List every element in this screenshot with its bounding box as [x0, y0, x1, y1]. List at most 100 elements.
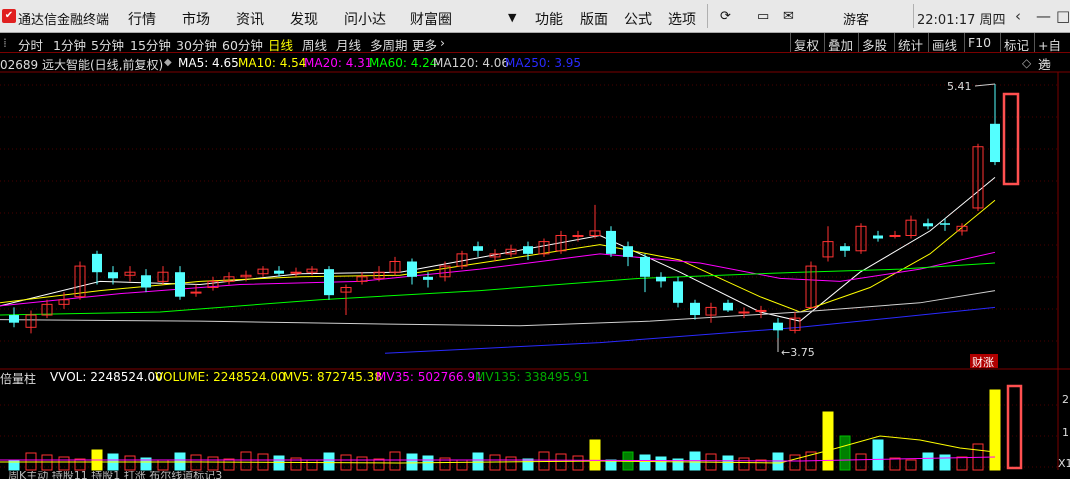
menu-gongneng[interactable]: 功能: [535, 9, 563, 29]
volume-bar: [290, 457, 302, 471]
candle-body: [673, 281, 683, 303]
user-label[interactable]: 游客: [843, 9, 869, 28]
volume-bar: [922, 452, 934, 471]
volume-bar: [472, 452, 484, 471]
candle-body: [423, 276, 433, 280]
candle-body: [940, 223, 950, 225]
period-monthly[interactable]: 月线: [336, 35, 361, 54]
period-60min[interactable]: 60分钟: [222, 35, 263, 54]
window-icon[interactable]: ▭: [1040, 56, 1051, 70]
volume-bar: [672, 458, 684, 471]
mv5-label: MV5: 872745.38: [283, 370, 382, 384]
candle-body: [623, 246, 633, 257]
candle-body: [473, 246, 483, 251]
candle-body: [108, 272, 118, 279]
volume-axis-label: 1: [1062, 426, 1069, 439]
candle-body: [9, 315, 19, 323]
candle-body: [656, 276, 666, 282]
caizhang-badge-text: 财涨: [972, 355, 994, 369]
volume-bar: [555, 453, 567, 471]
candle-body: [805, 265, 817, 308]
candle-body: [789, 317, 801, 331]
tool-zixuan[interactable]: +自选: [1034, 33, 1070, 72]
tool-duogu[interactable]: 多股: [858, 33, 890, 53]
candle-body: [356, 276, 368, 282]
menu-gongshi[interactable]: 公式: [624, 9, 652, 29]
period-weekly[interactable]: 周线: [302, 35, 327, 54]
tool-fuquan[interactable]: 复权: [790, 33, 822, 53]
tool-huaxian[interactable]: 画线: [928, 33, 960, 53]
title-bar: ✔ 通达信金融终端 行情 市场 资讯 发现 问小达 财富圈 ▼ 功能 版面 公式…: [0, 0, 1070, 33]
volume-bar: [839, 435, 851, 471]
candle-body: [257, 268, 269, 275]
volume-bar: [489, 454, 501, 471]
candle-body: [773, 322, 783, 331]
refresh-icon[interactable]: ⟳: [720, 9, 731, 24]
ma10-line: [0, 199, 996, 313]
period-5min[interactable]: 5分钟: [91, 35, 124, 54]
volume-bar: [356, 456, 368, 471]
indicator-name[interactable]: 倍量柱: [0, 370, 36, 387]
menu-item-hangqing[interactable]: 行情: [128, 9, 156, 29]
candle-body: [373, 271, 385, 279]
tool-biaoji[interactable]: 标记: [1000, 33, 1032, 53]
candle-body: [905, 219, 917, 236]
candle-body: [690, 302, 700, 316]
volume-bar: [822, 411, 834, 471]
volume-bar: [74, 458, 86, 471]
volume-bar: [622, 451, 634, 471]
menu-item-zixun[interactable]: 资讯: [236, 9, 264, 29]
candle-body: [606, 230, 616, 254]
mail-icon[interactable]: ✉: [783, 9, 794, 24]
diamond-icon[interactable]: ◇: [1022, 56, 1031, 70]
tool-f10[interactable]: F10: [964, 33, 994, 52]
volume-bar: [223, 458, 235, 471]
ma-settings-icon[interactable]: ◆: [164, 57, 172, 68]
volume-bar: [140, 457, 152, 471]
menu-item-shichang[interactable]: 市场: [182, 9, 210, 29]
period-daily[interactable]: 日线: [268, 35, 293, 54]
low-price-label: ←3.75: [781, 346, 815, 359]
candle-body: [240, 274, 252, 278]
volume-bar: [257, 453, 269, 471]
candle-body: [175, 272, 185, 297]
candle-body: [274, 270, 284, 274]
menu-dropdown-arrow-icon[interactable]: ▼: [508, 11, 516, 24]
maximize-icon[interactable]: □: [1056, 7, 1070, 25]
menu-xuanxiang[interactable]: 选项: [668, 9, 696, 29]
period-multi[interactable]: 多周期: [370, 35, 408, 54]
screen-icon[interactable]: ▭: [757, 9, 769, 24]
volume-bar: [905, 459, 917, 471]
period-fenshi[interactable]: 分时: [18, 35, 43, 54]
candle-body: [723, 302, 733, 311]
period-15min[interactable]: 15分钟: [130, 35, 171, 54]
volume-bar: [505, 456, 517, 471]
candle-body: [407, 261, 417, 277]
volume-bar: [157, 459, 169, 471]
candle-body: [855, 225, 867, 252]
stock-title: 02689 远大智能(日线,前复权): [0, 58, 164, 72]
candle-body: [58, 299, 70, 305]
more-chevron-icon[interactable]: ›: [440, 35, 445, 50]
menu-item-faxian[interactable]: 发现: [290, 9, 318, 29]
ma250-line: [384, 306, 996, 354]
menu-item-caifuquan[interactable]: 财富圈: [410, 9, 452, 29]
volume-bar: [273, 455, 285, 471]
minimize-icon[interactable]: —: [1036, 7, 1051, 25]
tool-diejia[interactable]: 叠加: [824, 33, 856, 53]
volume-unit-label: X1: [1058, 457, 1070, 470]
candle-body: [340, 287, 352, 293]
volume-bar: [439, 457, 451, 471]
period-toolbar: ⁞ 分时 1分钟 5分钟 15分钟 30分钟 60分钟 日线 周线 月线 多周期…: [0, 33, 1070, 72]
period-more[interactable]: 更多: [412, 35, 437, 54]
period-1min[interactable]: 1分钟: [53, 35, 86, 54]
volume-bar: [755, 459, 767, 471]
tool-tongji[interactable]: 统计: [894, 33, 926, 53]
menu-item-wenxiaoda[interactable]: 问小达: [344, 9, 386, 29]
ma60-line: [0, 262, 996, 316]
back-icon[interactable]: ‹: [1015, 7, 1021, 25]
candle-body: [141, 275, 151, 288]
menu-banmian[interactable]: 版面: [580, 9, 608, 29]
volume-bar: [789, 454, 801, 471]
period-30min[interactable]: 30分钟: [176, 35, 217, 54]
